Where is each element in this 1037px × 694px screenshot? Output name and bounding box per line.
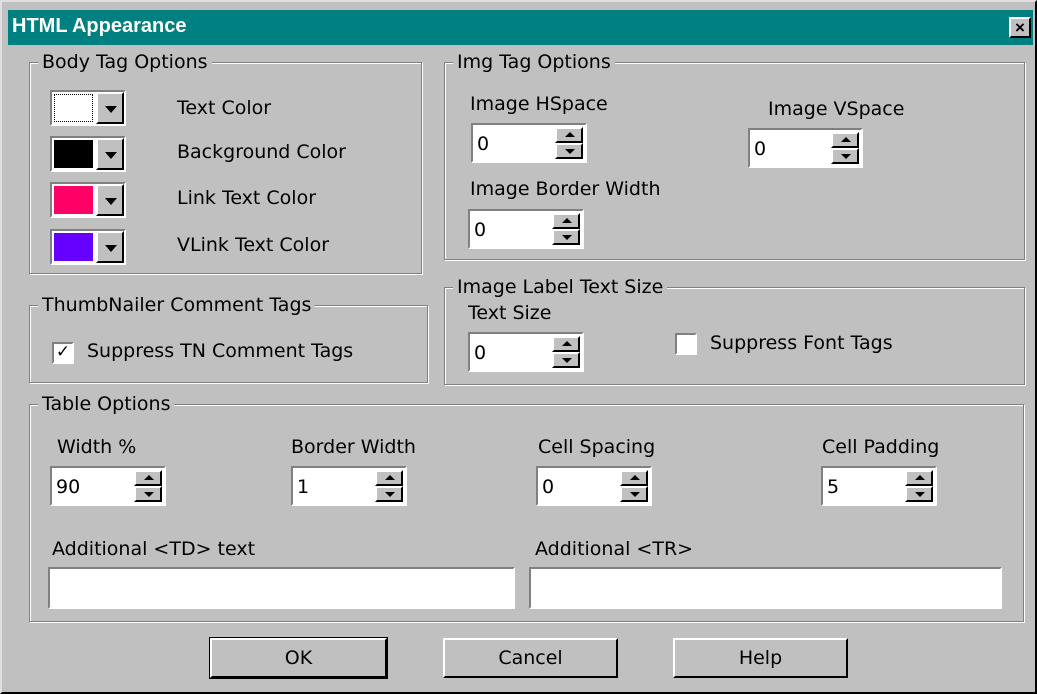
thumbnailer-legend: ThumbNailer Comment Tags: [38, 294, 316, 316]
image-label-text-size-group: Image Label Text Size Text Size 0 Suppre…: [444, 276, 1025, 385]
image-border-width-value[interactable]: 0: [474, 219, 486, 241]
image-vspace-value[interactable]: 0: [754, 138, 766, 160]
image-vspace-spinner[interactable]: 0: [748, 128, 863, 168]
spin-up-icon[interactable]: [555, 127, 583, 143]
table-options-group: Table Options Width % 90 Border Width 1 …: [29, 393, 1024, 622]
spin-up-icon[interactable]: [905, 470, 933, 486]
suppress-tn-comment-tags-checkbox[interactable]: ✓: [52, 342, 74, 364]
additional-tr-label: Additional <TR>: [535, 538, 694, 560]
spin-down-icon[interactable]: [620, 486, 648, 502]
additional-tr-input[interactable]: [529, 567, 1002, 609]
chevron-down-icon[interactable]: [96, 231, 124, 263]
help-button-label: Help: [738, 647, 783, 669]
background-color-swatch: [54, 140, 93, 168]
additional-td-input[interactable]: [48, 567, 515, 609]
close-button[interactable]: ×: [1009, 17, 1031, 38]
image-label-text-size-legend: Image Label Text Size: [453, 276, 668, 298]
link-color-label: Link Text Color: [177, 187, 317, 209]
cell-padding-value[interactable]: 5: [827, 476, 839, 498]
width-percent-value[interactable]: 90: [56, 476, 80, 498]
text-color-swatch: [54, 94, 93, 122]
background-color-picker[interactable]: [50, 136, 126, 172]
img-tag-options-legend: Img Tag Options: [453, 51, 615, 73]
spin-down-icon[interactable]: [905, 486, 933, 502]
spin-down-icon[interactable]: [831, 148, 859, 164]
image-border-width-spinner[interactable]: 0: [468, 209, 584, 249]
cell-padding-spinner[interactable]: 5: [821, 466, 937, 506]
spin-up-icon[interactable]: [552, 213, 580, 229]
dialog-window: HTML Appearance × Body Tag Options Text …: [0, 0, 1037, 694]
spin-up-icon[interactable]: [831, 132, 859, 148]
link-color-swatch: [54, 186, 93, 214]
border-width-value[interactable]: 1: [297, 476, 309, 498]
spin-down-icon[interactable]: [375, 486, 403, 502]
suppress-font-tags-checkbox[interactable]: [675, 333, 697, 355]
ok-button[interactable]: OK: [209, 637, 388, 679]
text-color-picker[interactable]: [50, 90, 126, 126]
cell-spacing-spinner[interactable]: 0: [536, 466, 652, 506]
spin-down-icon[interactable]: [552, 352, 580, 368]
table-options-legend: Table Options: [38, 393, 175, 415]
ok-button-label: OK: [284, 647, 313, 669]
spin-down-icon[interactable]: [134, 486, 162, 502]
text-size-label: Text Size: [468, 302, 552, 324]
title-bar[interactable]: HTML Appearance ×: [8, 10, 1033, 45]
cancel-button[interactable]: Cancel: [443, 638, 618, 678]
close-icon: ×: [1015, 18, 1025, 37]
chevron-down-icon[interactable]: [96, 92, 124, 124]
border-width-spinner[interactable]: 1: [291, 466, 407, 506]
cancel-button-label: Cancel: [498, 647, 563, 669]
suppress-font-tags-label[interactable]: Suppress Font Tags: [710, 332, 893, 354]
vlink-color-swatch: [54, 233, 93, 261]
suppress-tn-comment-tags-label[interactable]: Suppress TN Comment Tags: [87, 340, 353, 362]
image-hspace-value[interactable]: 0: [477, 133, 489, 155]
chevron-down-icon[interactable]: [96, 138, 124, 170]
dialog-title: HTML Appearance: [12, 15, 187, 37]
image-hspace-label: Image HSpace: [470, 93, 608, 115]
width-percent-spinner[interactable]: 90: [50, 466, 166, 506]
img-tag-options-group: Img Tag Options Image HSpace 0 Image VSp…: [444, 51, 1025, 260]
image-vspace-label: Image VSpace: [768, 98, 905, 120]
cell-padding-label: Cell Padding: [822, 436, 940, 458]
thumbnailer-group: ThumbNailer Comment Tags ✓ Suppress TN C…: [29, 294, 428, 383]
text-size-spinner[interactable]: 0: [468, 332, 584, 372]
text-size-value[interactable]: 0: [474, 342, 486, 364]
link-color-picker[interactable]: [50, 182, 126, 218]
spin-up-icon[interactable]: [134, 470, 162, 486]
border-width-label: Border Width: [291, 436, 416, 458]
text-color-label: Text Color: [177, 97, 272, 119]
vlink-color-label: VLink Text Color: [177, 234, 330, 256]
body-tag-options-group: Body Tag Options Text Color Background C…: [29, 51, 422, 274]
image-border-width-label: Image Border Width: [470, 178, 661, 200]
vlink-color-picker[interactable]: [50, 229, 126, 265]
additional-td-label: Additional <TD> text: [52, 538, 256, 560]
width-percent-label: Width %: [57, 436, 137, 458]
help-button[interactable]: Help: [673, 638, 848, 678]
spin-up-icon[interactable]: [375, 470, 403, 486]
background-color-label: Background Color: [177, 141, 346, 163]
cell-spacing-value[interactable]: 0: [542, 476, 554, 498]
image-hspace-spinner[interactable]: 0: [471, 123, 587, 163]
chevron-down-icon[interactable]: [96, 184, 124, 216]
body-tag-options-legend: Body Tag Options: [38, 51, 212, 73]
spin-up-icon[interactable]: [620, 470, 648, 486]
spin-up-icon[interactable]: [552, 336, 580, 352]
spin-down-icon[interactable]: [552, 229, 580, 245]
spin-down-icon[interactable]: [555, 143, 583, 159]
cell-spacing-label: Cell Spacing: [538, 436, 656, 458]
